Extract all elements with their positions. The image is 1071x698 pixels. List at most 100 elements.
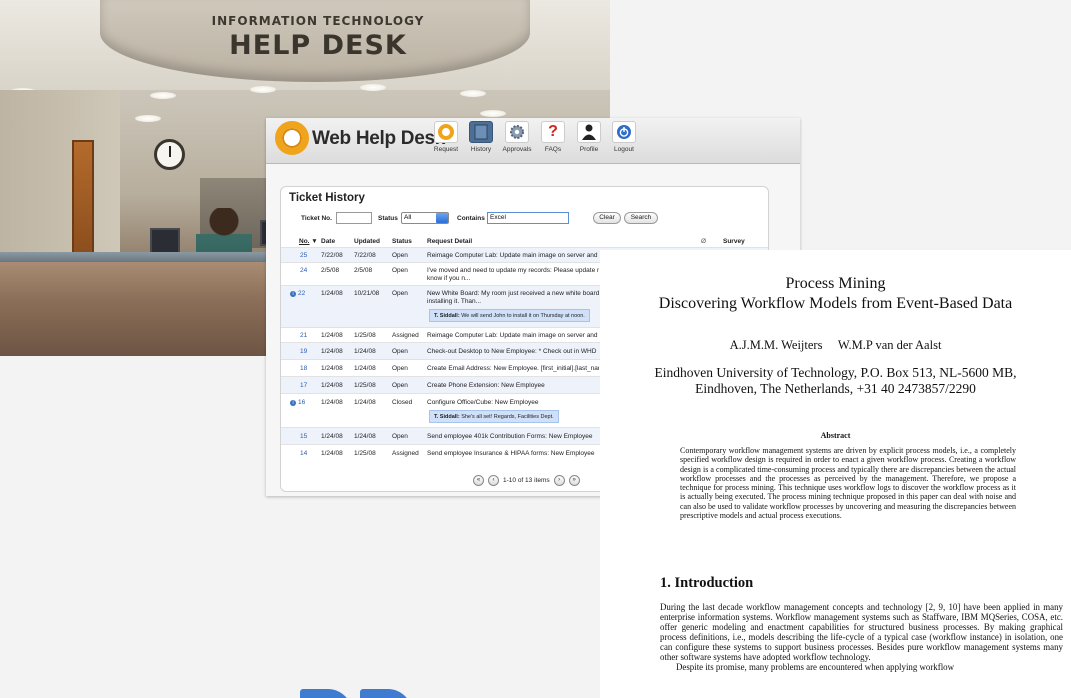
column-header-no[interactable]: No. ▼ xyxy=(299,238,318,245)
nav-faqs[interactable]: ? FAQs xyxy=(536,121,570,153)
ticket-updated: 1/25/08 xyxy=(354,450,376,457)
ticket-detail[interactable]: I've moved and need to update my records… xyxy=(427,267,599,274)
next-page-button[interactable]: › xyxy=(553,475,565,486)
section-text: During the last decade workflow manageme… xyxy=(660,602,1063,672)
ticket-no-input[interactable] xyxy=(336,212,372,224)
previous-page-button[interactable]: ‹ xyxy=(488,475,499,486)
nav-history[interactable]: History xyxy=(464,121,498,153)
ticket-date: 1/24/08 xyxy=(321,365,343,372)
column-header-updated[interactable]: Updated xyxy=(354,238,380,245)
ticket-status: Open xyxy=(392,382,408,389)
ticket-number[interactable]: 15 xyxy=(300,433,307,440)
ticket-number[interactable]: 18 xyxy=(300,365,307,372)
ticket-status: Open xyxy=(392,365,408,372)
paper-title-line: Process Mining xyxy=(785,275,886,292)
ticket-status: Open xyxy=(392,252,408,259)
ticket-detail[interactable]: Send employee 401k Contribution Forms: N… xyxy=(427,433,599,440)
ticket-date: 1/24/08 xyxy=(321,399,343,406)
ticket-detail-continued: installing it. Than... xyxy=(427,298,482,305)
ticket-status: Assigned xyxy=(392,450,419,457)
ticket-updated: 1/24/08 xyxy=(354,399,376,406)
ceiling-light xyxy=(250,86,276,93)
ticket-detail[interactable]: Check-out Desktop to New Employee: * Che… xyxy=(427,348,599,355)
ceiling-light xyxy=(150,92,176,99)
ticket-date: 1/24/08 xyxy=(321,290,343,297)
ceiling-light xyxy=(135,115,161,122)
nav-label: Profile xyxy=(579,146,599,153)
ticket-detail[interactable]: Configure Office/Cube: New Employee xyxy=(427,399,599,406)
ticket-updated: 2/5/08 xyxy=(354,267,373,274)
info-icon: i xyxy=(290,400,296,406)
door xyxy=(72,140,94,260)
clear-button[interactable]: Clear xyxy=(593,212,621,224)
ticket-number[interactable]: 14 xyxy=(300,450,307,457)
ticket-detail[interactable]: New White Board: My room just received a… xyxy=(427,290,599,297)
column-header-detail[interactable]: Request Detail xyxy=(427,238,472,245)
app-header: Web Help Desk™ Request History Approvals… xyxy=(266,118,800,164)
ticket-date: 1/24/08 xyxy=(321,450,343,457)
wall-clock-icon xyxy=(154,139,185,170)
column-header-status[interactable]: Status xyxy=(392,238,412,245)
ticket-number[interactable]: 24 xyxy=(300,267,307,274)
search-button[interactable]: Search xyxy=(624,212,658,224)
nav-logout[interactable]: Logout xyxy=(607,121,641,153)
wall xyxy=(0,90,120,260)
last-page-button[interactable]: » xyxy=(568,475,580,486)
history-book-icon xyxy=(469,121,493,143)
nav-label: History xyxy=(470,146,492,153)
nav-approvals[interactable]: Approvals xyxy=(500,121,534,153)
ceiling-light xyxy=(460,90,486,97)
ticket-status: Open xyxy=(392,433,408,440)
ceiling-light xyxy=(480,110,506,117)
column-header-survey[interactable]: Survey xyxy=(723,238,745,245)
lifebuoy-logo-icon xyxy=(275,121,309,155)
monitor-icon xyxy=(150,228,180,254)
ticket-date: 1/24/08 xyxy=(321,348,343,355)
column-header-date[interactable]: Date xyxy=(321,238,335,245)
sign-subtitle: INFORMATION TECHNOLOGY xyxy=(211,14,425,28)
abstract-heading: Abstract xyxy=(820,431,851,440)
contains-input[interactable]: Excel xyxy=(487,212,569,224)
research-paper-page: Process Mining Discovering Workflow Mode… xyxy=(600,250,1071,698)
paper-authors: A.J.M.M. Weijters W.M.P van der Aalst xyxy=(729,338,942,352)
nav-profile[interactable]: Profile xyxy=(572,121,606,153)
nav-label: Request xyxy=(433,146,459,153)
ticket-number[interactable]: 17 xyxy=(300,382,307,389)
ticket-date: 1/24/08 xyxy=(321,382,343,389)
ticket-date: 1/24/08 xyxy=(321,332,343,339)
nav-label: FAQs xyxy=(544,146,562,153)
lifebuoy-icon xyxy=(434,121,458,143)
status-select[interactable]: All xyxy=(401,212,449,224)
first-page-button[interactable]: « xyxy=(473,475,484,486)
ticket-detail[interactable]: Create Phone Extension: New Employee xyxy=(427,382,599,389)
nav-label: Logout xyxy=(614,146,634,153)
ticket-updated: 7/22/08 xyxy=(354,252,376,259)
ticket-status: Open xyxy=(392,348,408,355)
ticket-updated: 10/21/08 xyxy=(354,290,380,297)
ticket-number[interactable]: 25 xyxy=(300,252,307,259)
ticket-number-with-info[interactable]: i 16 xyxy=(290,399,305,406)
ticket-number[interactable]: 21 xyxy=(300,332,307,339)
ceiling-light xyxy=(360,84,386,91)
ticket-detail[interactable]: Send employee Insurance & HIPAA forms: N… xyxy=(427,450,599,457)
nav-request[interactable]: Request xyxy=(429,121,463,153)
ticket-number-with-info[interactable]: i 22 xyxy=(290,290,305,297)
ticket-detail[interactable]: Reimage Computer Lab: Update main image … xyxy=(427,332,599,339)
pagination-status: 1-10 of 13 items xyxy=(503,477,550,484)
ticket-number[interactable]: 19 xyxy=(300,348,307,355)
ticket-date: 2/5/08 xyxy=(321,267,340,274)
ticket-detail[interactable]: Reimage Computer Lab: Update main image … xyxy=(427,252,599,259)
power-icon xyxy=(612,121,636,143)
tech-note: T. Siddall: She's all set! Regards, Faci… xyxy=(429,410,559,423)
section-paragraph: Despite its promise, many problems are e… xyxy=(676,662,955,672)
ticket-detail[interactable]: Create Email Address: New Employee. [fir… xyxy=(427,365,599,372)
section-heading: 1. Introduction xyxy=(660,575,754,591)
paper-title: Process Mining Discovering Workflow Mode… xyxy=(600,274,1071,314)
sign-title: HELP DESK xyxy=(229,30,407,61)
ticket-detail-continued: know if you n... xyxy=(427,275,471,282)
logo-fragment-icon xyxy=(300,689,440,698)
ticket-date: 1/24/08 xyxy=(321,433,343,440)
ticket-updated: 1/25/08 xyxy=(354,382,376,389)
person-icon xyxy=(577,121,601,143)
affiliation-line: Eindhoven, The Netherlands, +31 40 24738… xyxy=(695,381,976,396)
